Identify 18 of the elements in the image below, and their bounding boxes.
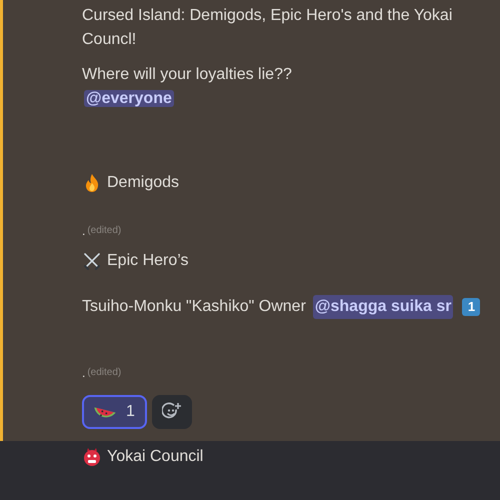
- section-heading: Epic Hero’s: [107, 251, 189, 271]
- keycap-emoji: 1: [462, 298, 480, 316]
- message-text: Yokai Council: [107, 448, 204, 466]
- section-heading: Demigods: [107, 173, 180, 193]
- mention-link[interactable]: @everyone: [84, 90, 174, 107]
- mention-link[interactable]: @shagga suika sr: [312, 295, 454, 319]
- crossed-swords-icon: [82, 251, 102, 271]
- ogre-icon: [82, 447, 102, 467]
- message-text: .: [82, 365, 86, 382]
- message-text: Where will your loyalties lie??: [82, 65, 293, 85]
- watermelon-icon: [94, 406, 116, 418]
- message-text: .: [82, 223, 86, 240]
- edited-label: (edited): [87, 224, 122, 238]
- message-text: Tsuiho-Monku "Kashiko" Owner: [82, 297, 306, 317]
- reaction-button[interactable]: 1: [82, 395, 147, 429]
- edited-label: (edited): [87, 366, 122, 380]
- message-text: Cursed Island: Demigods, Epic Hero's and the Yokai Councl!: [82, 6, 454, 50]
- add-reaction-button[interactable]: [152, 395, 192, 429]
